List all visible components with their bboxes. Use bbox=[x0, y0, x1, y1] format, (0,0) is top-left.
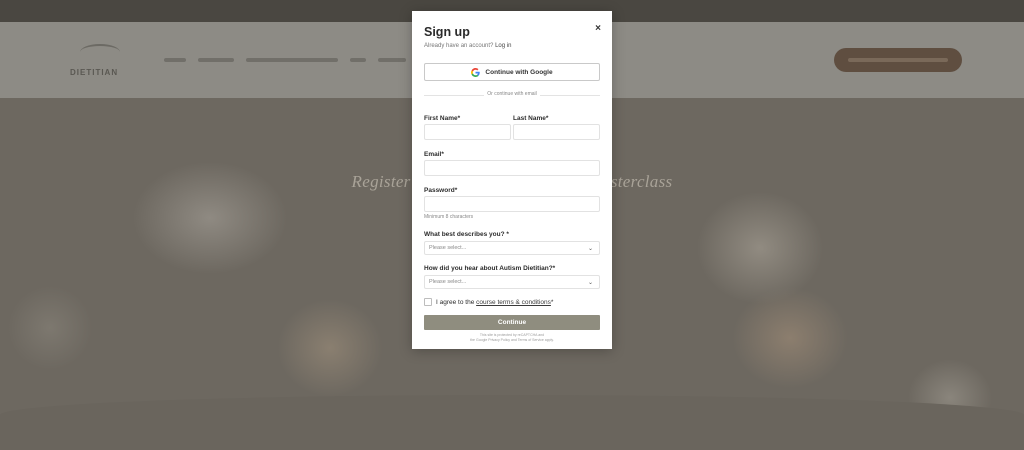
last-name-label: Last Name* bbox=[513, 115, 549, 122]
password-hint: Minimum 8 characters bbox=[424, 214, 474, 220]
describe-select-value: Please select... bbox=[429, 245, 467, 251]
password-label: Password* bbox=[424, 187, 458, 194]
hear-select-value: Please select... bbox=[429, 279, 467, 285]
logo-mark bbox=[80, 44, 120, 60]
google-icon bbox=[471, 67, 481, 77]
header-cta-button bbox=[834, 48, 962, 72]
modal-title: Sign up bbox=[424, 25, 470, 39]
terms-checkbox[interactable] bbox=[424, 298, 432, 306]
last-name-field[interactable] bbox=[513, 124, 600, 140]
login-link[interactable]: Log in bbox=[495, 43, 511, 49]
nav-item bbox=[164, 58, 186, 62]
divider-text: Or continue with email bbox=[487, 91, 537, 97]
nav-item bbox=[350, 58, 366, 62]
email-field[interactable] bbox=[424, 160, 600, 176]
password-field[interactable] bbox=[424, 196, 600, 212]
hero-wave bbox=[0, 395, 1024, 450]
describe-select[interactable]: Please select... ⌄ bbox=[424, 241, 600, 255]
describe-label: What best describes you? * bbox=[424, 231, 509, 238]
divider: Or continue with email bbox=[424, 91, 600, 99]
terms-agreement: I agree to the course terms & conditions… bbox=[424, 298, 553, 306]
signup-modal: × Sign up Already have an account? Log i… bbox=[412, 11, 612, 349]
login-prompt-text: Already have an account? bbox=[424, 43, 494, 49]
email-label: Email* bbox=[424, 151, 444, 158]
close-icon[interactable]: × bbox=[595, 24, 601, 34]
nav-item bbox=[198, 58, 234, 62]
agree-text: I agree to the bbox=[436, 298, 475, 306]
nav-item bbox=[246, 58, 338, 62]
hear-label: How did you hear about Autism Dietitian?… bbox=[424, 265, 556, 272]
chevron-down-icon: ⌄ bbox=[587, 280, 593, 286]
login-prompt: Already have an account? Log in bbox=[424, 43, 511, 49]
first-name-field[interactable] bbox=[424, 124, 511, 140]
nav-item bbox=[378, 58, 406, 62]
first-name-label: First Name* bbox=[424, 115, 461, 122]
google-signin-button[interactable]: Continue with Google bbox=[424, 63, 600, 81]
main-nav bbox=[164, 58, 406, 62]
continue-button[interactable]: Continue bbox=[424, 315, 600, 330]
google-button-label: Continue with Google bbox=[485, 68, 553, 76]
hear-select[interactable]: Please select... ⌄ bbox=[424, 275, 600, 289]
terms-link[interactable]: course terms & conditions bbox=[476, 299, 551, 306]
required-mark: * bbox=[550, 298, 554, 306]
logo-text: DIETITIAN bbox=[70, 68, 119, 77]
recaptcha-line-2: the Google Privacy Policy and Terms of S… bbox=[470, 338, 554, 342]
chevron-down-icon: ⌄ bbox=[587, 246, 593, 252]
recaptcha-notice: This site is protected by reCAPTCHA and … bbox=[424, 333, 600, 343]
site-logo: DIETITIAN bbox=[70, 38, 130, 78]
